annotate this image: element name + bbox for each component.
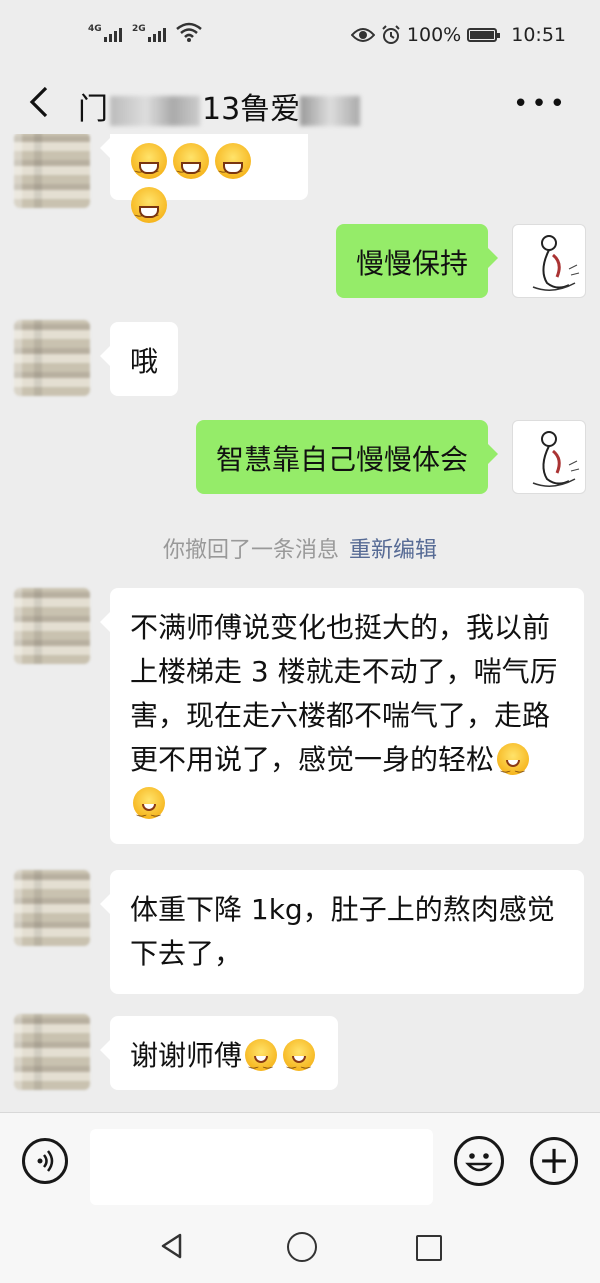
message-input[interactable] bbox=[90, 1129, 433, 1205]
contact-avatar[interactable] bbox=[14, 588, 90, 664]
chat-title-mid: 13鲁爱 bbox=[202, 92, 301, 127]
grin-emoji-icon bbox=[131, 143, 167, 189]
voice-input-button[interactable] bbox=[22, 1138, 68, 1184]
blush-emoji-icon bbox=[245, 1039, 278, 1085]
nav-home-circle-icon[interactable] bbox=[287, 1232, 317, 1262]
my-avatar[interactable] bbox=[512, 224, 586, 298]
network-type-label-2: 2G bbox=[132, 24, 146, 34]
message-text: 慢慢保持 bbox=[355, 247, 468, 280]
more-dots-icon[interactable]: ••• bbox=[513, 91, 568, 117]
contact-avatar[interactable] bbox=[14, 134, 90, 208]
cellular-signal-icon: 4G bbox=[88, 24, 122, 42]
message-list[interactable]: 慢慢保持 哦 智慧靠自己慢慢体会 你撤回了一条消息重新编辑 不满师傅说变 bbox=[0, 134, 600, 1112]
message-bubble-incoming[interactable] bbox=[100, 134, 308, 233]
message-text: 谢谢师傅 bbox=[130, 1039, 243, 1072]
message-text: 体重下降 1kg，肚子上的熬肉感觉下去了， bbox=[130, 893, 555, 970]
message-text: 不满师傅说变化也挺大的，我以前上楼梯走 3 楼就走不动了，喘气厉害，现在走六楼都… bbox=[130, 611, 558, 776]
input-bar: + bbox=[0, 1112, 600, 1209]
emoji-button[interactable] bbox=[454, 1136, 504, 1186]
alarm-icon bbox=[382, 25, 400, 44]
more-functions-plus-icon[interactable]: + bbox=[530, 1137, 578, 1185]
clock: 10:51 bbox=[511, 24, 566, 46]
message-bubble-incoming[interactable]: 谢谢师傅 bbox=[99, 1016, 339, 1090]
battery-percent: 100% bbox=[406, 24, 462, 46]
smiley-icon bbox=[465, 1153, 493, 1172]
message-bubble-outgoing[interactable]: 智慧靠自己慢慢体会 bbox=[195, 420, 499, 494]
ink-painting-avatar-icon bbox=[532, 235, 580, 291]
grin-emoji-icon bbox=[215, 143, 251, 189]
system-notice: 你撤回了一条消息 重新编辑 bbox=[0, 532, 600, 564]
message-bubble-outgoing[interactable]: 慢慢保持 bbox=[335, 224, 499, 298]
blush-emoji-icon bbox=[497, 743, 530, 789]
chat-title: 门 13鲁爱 bbox=[78, 84, 361, 128]
blush-emoji-icon bbox=[133, 787, 165, 833]
redacted-name-part bbox=[110, 95, 200, 126]
contact-avatar[interactable] bbox=[14, 1014, 90, 1090]
chat-title-start: 门 bbox=[78, 92, 108, 127]
message-bubble-incoming[interactable]: 体重下降 1kg，肚子上的熬肉感觉下去了， bbox=[100, 870, 584, 994]
message-text: 智慧靠自己慢慢体会 bbox=[215, 443, 468, 476]
status-bar: 4G 2G 100% 10:51 bbox=[0, 0, 600, 70]
cellular-signal-icon-2: 2G bbox=[132, 24, 166, 42]
nav-back-triangle-icon[interactable] bbox=[158, 1232, 186, 1260]
back-arrow-icon[interactable] bbox=[24, 84, 60, 120]
grin-emoji-icon bbox=[173, 143, 209, 189]
recall-notice-text: 你撤回了一条消息 bbox=[162, 538, 339, 563]
contact-avatar[interactable] bbox=[14, 320, 90, 396]
message-text: 哦 bbox=[130, 345, 159, 378]
redacted-name-part-2 bbox=[300, 95, 361, 126]
system-nav-bar bbox=[0, 1208, 600, 1283]
grin-emoji-icon bbox=[131, 187, 167, 233]
eye-comfort-icon bbox=[350, 28, 375, 42]
chat-header: 门 13鲁爱 ••• bbox=[0, 70, 600, 134]
ink-painting-avatar-icon bbox=[532, 431, 580, 487]
blush-emoji-icon bbox=[283, 1039, 316, 1085]
my-avatar[interactable] bbox=[512, 420, 586, 494]
message-bubble-incoming[interactable]: 哦 bbox=[99, 322, 179, 396]
nav-recent-square-icon[interactable] bbox=[416, 1235, 442, 1261]
network-type-label: 4G bbox=[88, 24, 102, 34]
voice-wave-icon bbox=[37, 1150, 54, 1172]
reedit-link[interactable]: 重新编辑 bbox=[349, 538, 437, 563]
battery-icon bbox=[467, 28, 501, 42]
contact-avatar[interactable] bbox=[14, 870, 90, 946]
message-bubble-incoming[interactable]: 不满师傅说变化也挺大的，我以前上楼梯走 3 楼就走不动了，喘气厉害，现在走六楼都… bbox=[100, 588, 584, 844]
wifi-icon bbox=[176, 22, 202, 42]
